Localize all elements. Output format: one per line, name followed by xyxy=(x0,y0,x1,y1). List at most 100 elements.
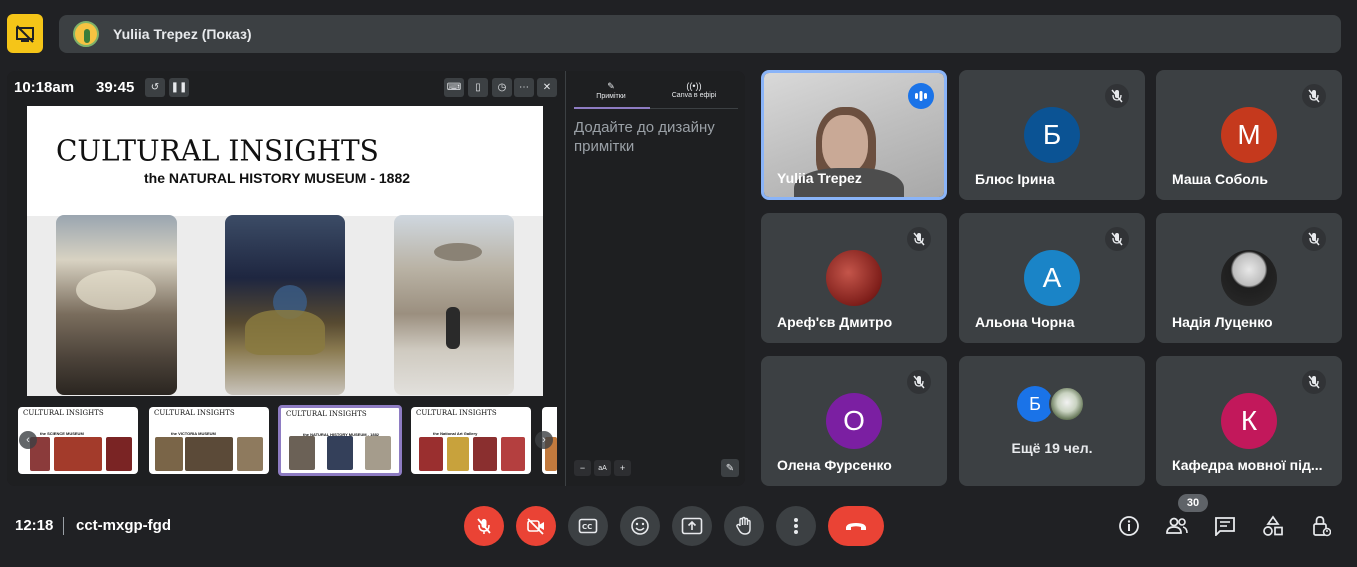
participant-name: Кафедра мовної під... xyxy=(1172,457,1323,473)
current-slide: CULTURAL INSIGHTS the NATURAL HISTORY MU… xyxy=(27,106,543,396)
emoji-icon xyxy=(631,517,649,535)
no-present-icon xyxy=(16,24,34,43)
participant-name: Альона Чорна xyxy=(975,314,1075,330)
participant-name: Блюс Ірина xyxy=(975,171,1055,187)
participant-tile[interactable]: М Маша Соболь xyxy=(1156,70,1342,200)
participant-tile[interactable]: О Олена Фурсенко xyxy=(761,356,947,486)
presentation-stage: 10:18am 39:45 ↺ ❚❚ ⌨ ▯ ◷ ⋯ ✕ CULTURAL IN… xyxy=(7,71,745,486)
participant-count-badge: 30 xyxy=(1178,494,1208,512)
presentation-indicator[interactable]: Yuliia Trepez (Показ) xyxy=(59,15,1341,53)
mic-off-icon xyxy=(1302,370,1326,394)
top-bar: Yuliia Trepez (Показ) xyxy=(0,0,1357,66)
mic-off-icon xyxy=(1105,84,1129,108)
reactions-button[interactable] xyxy=(620,506,660,546)
meeting-code: cct-mxgp-fgd xyxy=(76,517,171,534)
more-vert-icon xyxy=(794,518,798,534)
avatar: Б xyxy=(1024,107,1080,163)
hang-up-icon xyxy=(846,523,866,530)
participant-tile[interactable]: Б Блюс Ірина xyxy=(959,70,1145,200)
more-participants-tile[interactable]: Б Ещё 19 чел. xyxy=(959,356,1145,486)
avatar: А xyxy=(1024,250,1080,306)
speaking-icon xyxy=(908,83,934,109)
people-button[interactable] xyxy=(1163,512,1191,540)
mic-off-icon xyxy=(1105,227,1129,251)
slide-photo-skeleton-hall xyxy=(56,215,177,395)
participant-name: Yuliia Trepez xyxy=(777,170,862,186)
raise-hand-button[interactable] xyxy=(724,506,764,546)
hand-icon xyxy=(736,516,751,535)
slide-subtitle: the NATURAL HISTORY MUSEUM - 1882 xyxy=(144,170,411,186)
present-screen-icon xyxy=(681,517,703,535)
participant-name: Ареф'єв Дмитро xyxy=(777,314,893,330)
reset-timer-icon[interactable]: ↺ xyxy=(145,78,165,97)
people-icon xyxy=(1166,517,1188,534)
participant-tile[interactable]: Ареф'єв Дмитро xyxy=(761,213,947,343)
meeting-time: 12:18 xyxy=(15,517,54,534)
slide-thumbnails: CULTURAL INSIGHTS the SCIENCE MUSEUM CUL… xyxy=(17,404,557,477)
tab-canva-live[interactable]: ((•)) Canva в ефірі xyxy=(654,81,734,99)
notes-input[interactable]: Додайте до дизайну примітки xyxy=(574,118,742,156)
camera-toggle-button[interactable] xyxy=(516,506,556,546)
tab-active-indicator xyxy=(574,107,650,109)
notes-icon: ✎ xyxy=(607,81,615,91)
participant-tile[interactable]: Надія Луценко xyxy=(1156,213,1342,343)
present-button[interactable] xyxy=(672,506,712,546)
chevron-left-icon[interactable]: ‹ xyxy=(19,431,37,449)
phone-icon[interactable]: ▯ xyxy=(468,78,488,97)
participant-tile[interactable]: К Кафедра мовної під... xyxy=(1156,356,1342,486)
slide-thumbnail[interactable]: CULTURAL INSIGHTS the National Art Galle… xyxy=(411,407,531,474)
slide-photo-museum-visitor xyxy=(394,215,514,395)
avatar xyxy=(826,250,882,306)
pause-icon[interactable]: ❚❚ xyxy=(169,78,189,97)
slide-thumbnail-active[interactable]: CULTURAL INSIGHTS the NATURAL HISTORY MU… xyxy=(278,405,402,476)
participant-tile[interactable]: А Альона Чорна xyxy=(959,213,1145,343)
captions-icon: CC xyxy=(578,518,598,534)
mic-off-icon xyxy=(1302,84,1326,108)
shapes-icon xyxy=(1263,515,1283,536)
participant-tile-presenter[interactable]: Yuliia Trepez xyxy=(761,70,947,200)
divider xyxy=(63,517,64,535)
more-options-button[interactable] xyxy=(776,506,816,546)
slide-photo-stegosaurus xyxy=(225,215,345,395)
camera-off-icon xyxy=(527,518,544,535)
tab-notes[interactable]: ✎ Примітки xyxy=(571,81,651,100)
avatar xyxy=(1049,386,1085,422)
avatar: М xyxy=(1221,107,1277,163)
slide-thumbnail[interactable]: CULTURAL INSIGHTS the VICTORIA MUSEUM xyxy=(149,407,269,474)
lock-person-icon xyxy=(1313,516,1331,537)
more-participants-label: Ещё 19 чел. xyxy=(1011,440,1093,456)
avatar: О xyxy=(826,393,882,449)
participant-name: Олена Фурсенко xyxy=(777,457,892,473)
host-controls-button[interactable] xyxy=(1307,512,1335,540)
keyboard-icon[interactable]: ⌨ xyxy=(444,78,464,97)
presenter-label: Yuliia Trepez (Показ) xyxy=(113,26,252,42)
stop-presenting-button[interactable] xyxy=(7,14,43,53)
mic-toggle-button[interactable] xyxy=(464,506,504,546)
zoom-out-button[interactable]: − xyxy=(574,460,591,476)
notes-panel: ✎ Примітки ((•)) Canva в ефірі Додайте д… xyxy=(565,71,745,486)
presenter-view: 10:18am 39:45 ↺ ❚❚ ⌨ ▯ ◷ ⋯ ✕ CULTURAL IN… xyxy=(7,71,565,486)
svg-text:CC: CC xyxy=(582,523,592,531)
leave-call-button[interactable] xyxy=(828,506,884,546)
avatar: К xyxy=(1221,393,1277,449)
more-icon[interactable]: ⋯ xyxy=(514,78,534,97)
close-icon[interactable]: ✕ xyxy=(537,78,557,97)
edit-icon[interactable]: ✎ xyxy=(721,459,739,477)
mic-off-icon xyxy=(1302,227,1326,251)
zoom-in-button[interactable]: + xyxy=(614,460,631,476)
meeting-info-button[interactable] xyxy=(1115,512,1143,540)
info-icon xyxy=(1119,516,1139,536)
participant-name: Маша Соболь xyxy=(1172,171,1268,187)
chat-button[interactable] xyxy=(1211,512,1239,540)
elapsed-timer: 39:45 xyxy=(96,79,135,96)
mic-off-icon xyxy=(477,518,491,534)
mic-off-icon xyxy=(907,370,931,394)
mic-off-icon xyxy=(907,227,931,251)
slide-title: CULTURAL INSIGHTS xyxy=(56,133,379,168)
captions-button[interactable]: CC xyxy=(568,506,608,546)
text-size-button[interactable]: aA xyxy=(594,460,611,476)
timer-icon[interactable]: ◷ xyxy=(492,78,512,97)
participant-name: Надія Луценко xyxy=(1172,314,1273,330)
chevron-right-icon[interactable]: › xyxy=(535,431,553,449)
activities-button[interactable] xyxy=(1259,512,1287,540)
